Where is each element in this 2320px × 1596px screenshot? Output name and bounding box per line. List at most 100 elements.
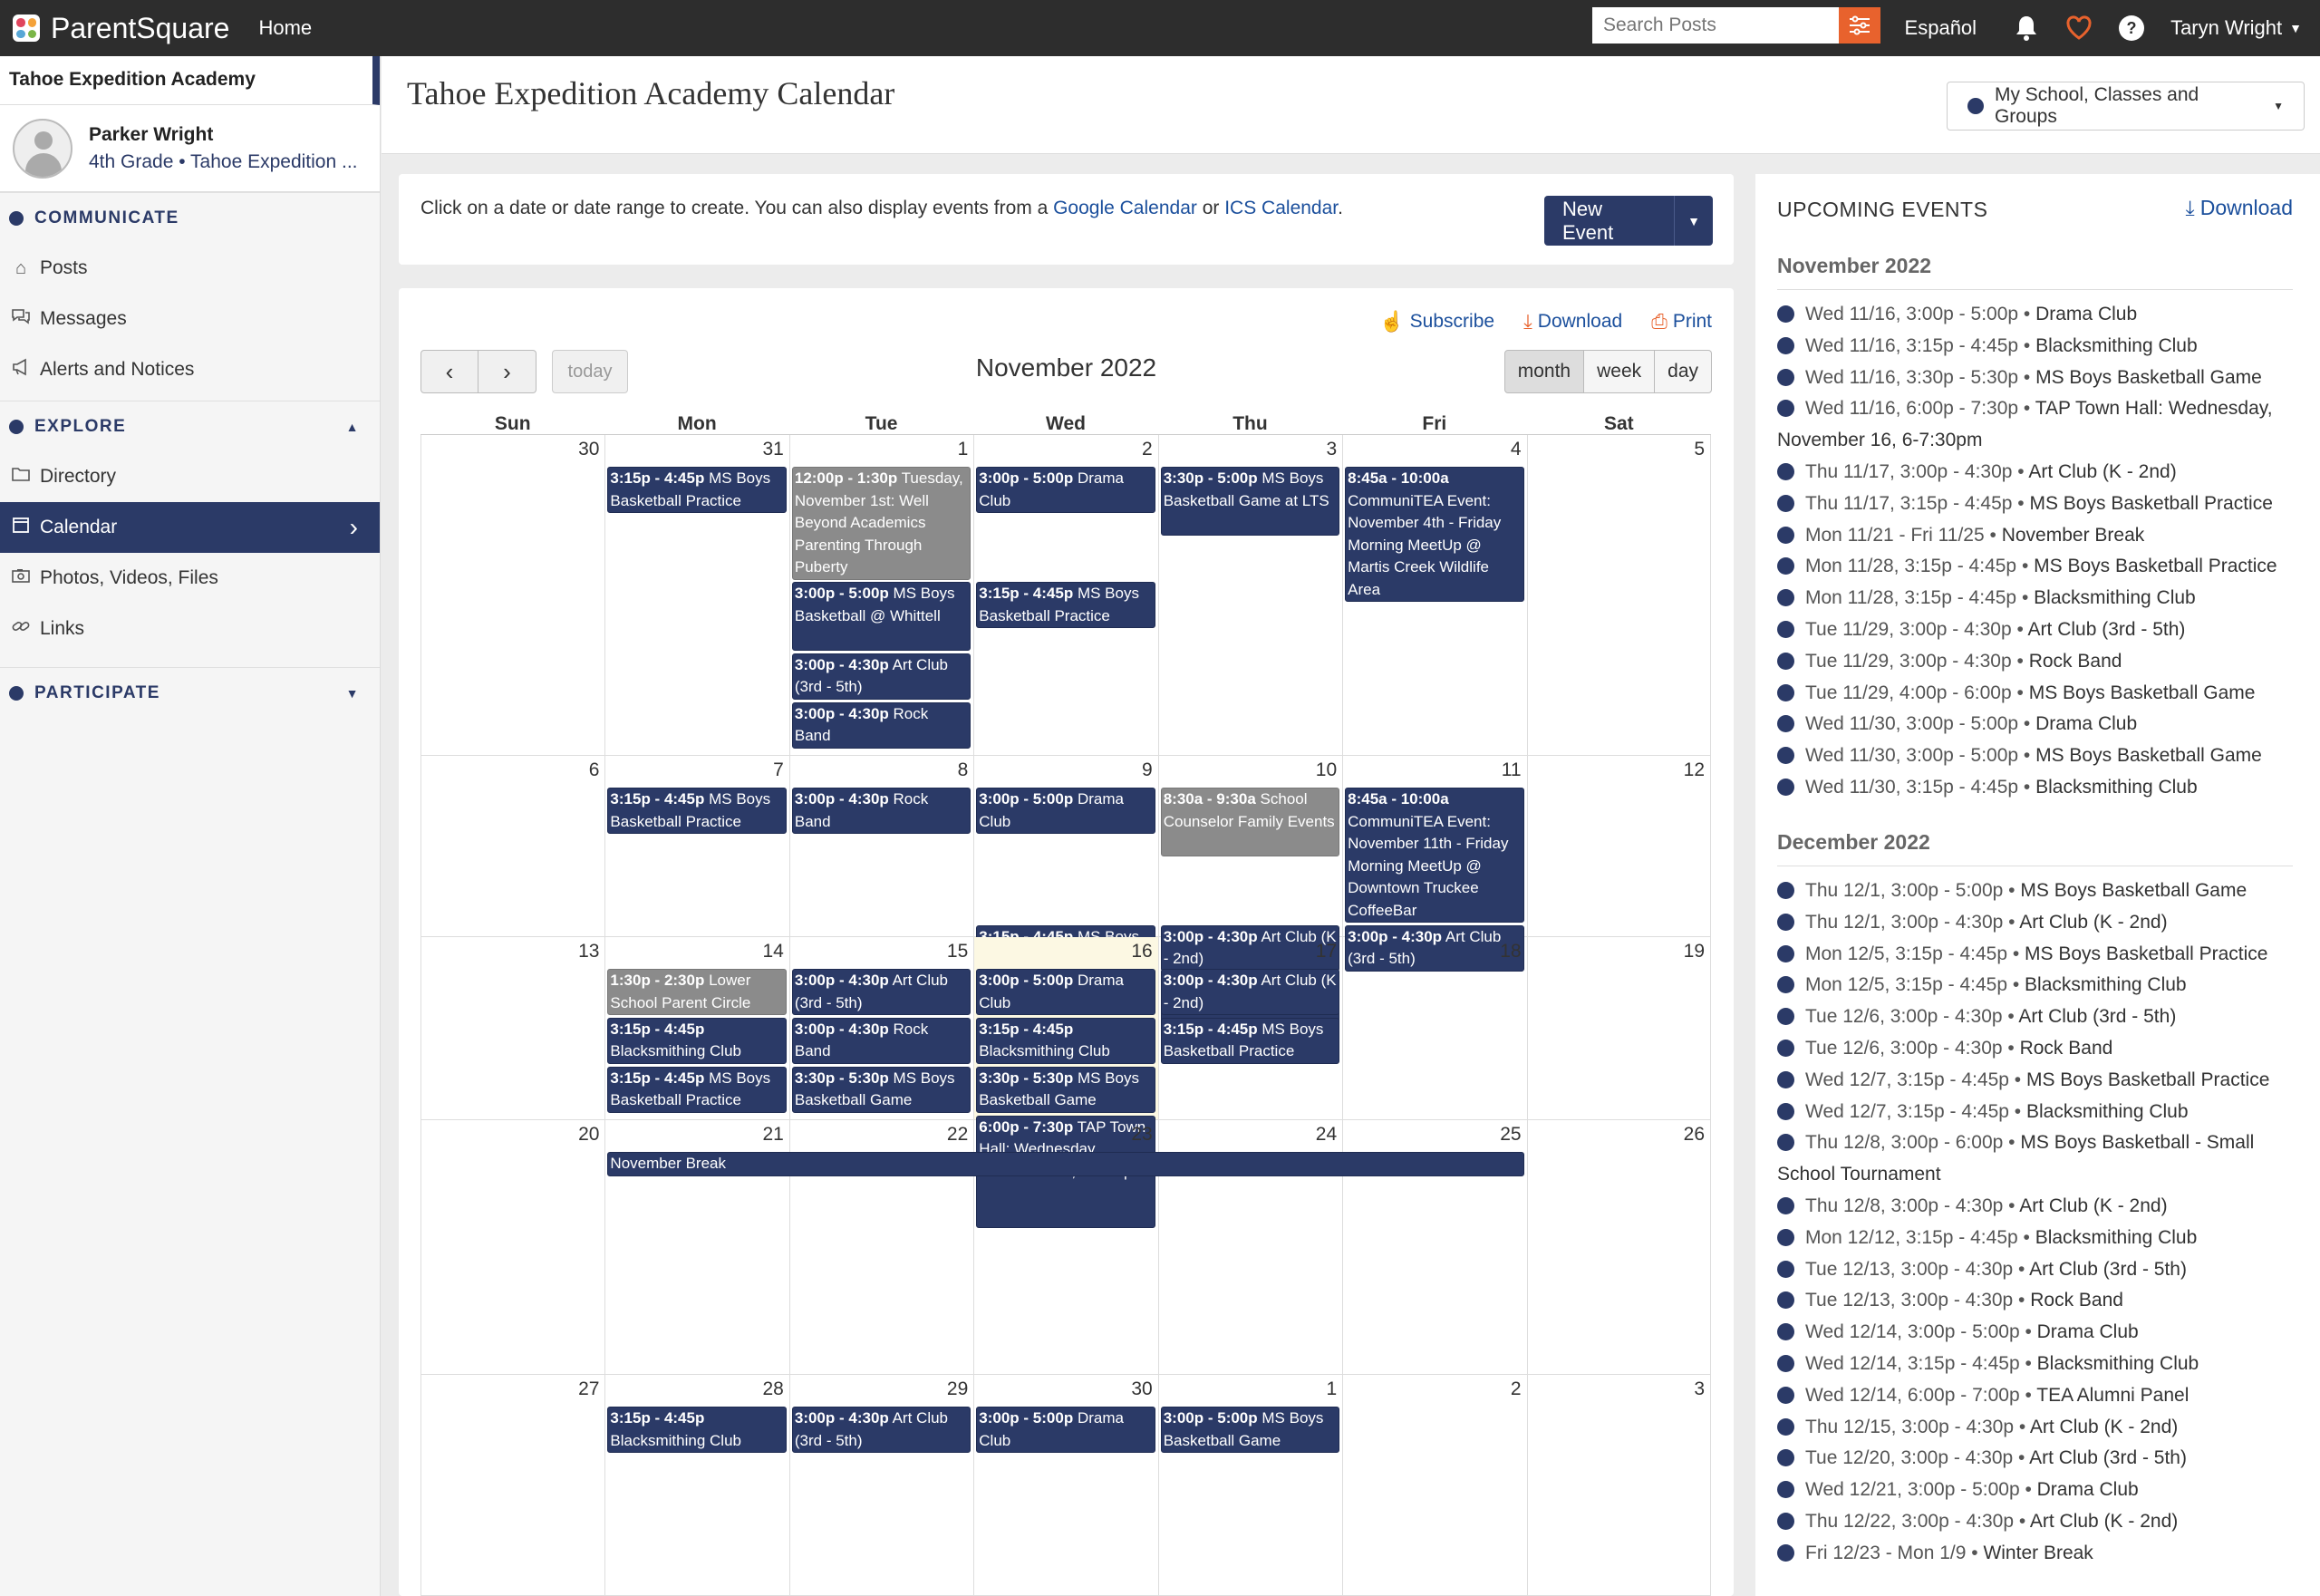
upcoming-event-item[interactable]: Wed 11/16, 3:15p - 4:45p • Blacksmithing… <box>1777 331 2293 363</box>
day-number[interactable]: 27 <box>578 1378 599 1400</box>
calendar-event[interactable]: 8:45a - 10:00a CommuniTEA Event: Novembe… <box>1345 788 1524 923</box>
calendar-event[interactable]: 3:15p - 4:45p MS Boys Basketball Practic… <box>607 467 787 513</box>
calendar-event[interactable]: 3:30p - 5:30p MS Boys Basketball Game <box>976 1066 1155 1113</box>
calendar-event[interactable]: 3:00p - 5:00p MS Boys Basketball Game <box>1160 1407 1340 1453</box>
print-link[interactable]: ⎙ Print <box>1651 310 1712 334</box>
day-cell[interactable]: 18 <box>1342 937 1527 1120</box>
day-cell[interactable]: 19 <box>1526 937 1711 1120</box>
calendar-event[interactable]: 3:30p - 5:00p MS Boys Basketball Game at… <box>1160 467 1340 536</box>
day-cell[interactable]: 30 <box>420 435 605 756</box>
day-cell[interactable]: 12 <box>1526 756 1711 937</box>
day-cell[interactable]: 8 <box>788 756 974 937</box>
upcoming-event-item[interactable]: Thu 12/8, 3:00p - 4:30p • Art Club (K - … <box>1777 1191 2293 1223</box>
heart-icon[interactable] <box>2065 15 2093 42</box>
calendar-event[interactable]: 3:00p - 4:30p Rock Band <box>791 701 972 749</box>
bell-icon[interactable] <box>2013 15 2040 42</box>
search-input[interactable] <box>1592 7 1839 44</box>
calendar-event[interactable]: 3:00p - 4:30p Art Club (K - 2nd) <box>1160 969 1340 1015</box>
calendar-event[interactable]: 1:30p - 2:30p Lower School Parent Circle <box>607 969 787 1015</box>
sidebar-school-name[interactable]: Tahoe Expedition Academy <box>0 56 380 105</box>
day-cell[interactable]: 5 <box>1526 435 1711 756</box>
day-number[interactable]: 26 <box>1684 1124 1705 1146</box>
upcoming-event-item[interactable]: Thu 12/22, 3:00p - 4:30p • Art Club (K -… <box>1777 1506 2293 1538</box>
upcoming-event-item[interactable]: Wed 12/14, 3:00p - 5:00p • Drama Club <box>1777 1317 2293 1349</box>
calendar-event[interactable]: 3:15p - 4:45p MS Boys Basketball Practic… <box>1160 1017 1340 1064</box>
upcoming-event-item[interactable]: Tue 11/29, 3:00p - 4:30p • Art Club (3rd… <box>1777 614 2293 646</box>
calendar-event[interactable]: 3:00p - 5:00p Drama Club <box>976 788 1155 834</box>
caret-down-icon[interactable]: ▼ <box>1675 214 1713 228</box>
upcoming-event-item[interactable]: Tue 11/29, 3:00p - 4:30p • Rock Band <box>1777 646 2293 678</box>
upcoming-event-item[interactable]: Wed 11/16, 3:30p - 5:30p • MS Boys Baske… <box>1777 363 2293 394</box>
calendar-event[interactable]: 3:00p - 5:00p Drama Club <box>976 467 1155 513</box>
calendar-event[interactable]: 3:00p - 4:30p Art Club (3rd - 5th) <box>791 1407 972 1453</box>
upcoming-event-item[interactable]: Mon 12/5, 3:15p - 4:45p • MS Boys Basket… <box>1777 939 2293 971</box>
search-filter-button[interactable] <box>1839 7 1880 44</box>
day-number[interactable]: 22 <box>947 1124 968 1146</box>
upcoming-event-item[interactable]: Thu 12/1, 3:00p - 5:00p • MS Boys Basket… <box>1777 875 2293 907</box>
day-cell[interactable]: 13 <box>420 937 605 1120</box>
day-cell[interactable]: 27 <box>420 1375 605 1596</box>
day-number[interactable]: 30 <box>578 439 599 460</box>
day-number[interactable]: 2 <box>1511 1378 1522 1400</box>
ics-calendar-link[interactable]: ICS Calendar <box>1224 198 1338 218</box>
day-number[interactable]: 3 <box>1694 1378 1705 1400</box>
upcoming-event-item[interactable]: Thu 12/8, 3:00p - 6:00p • MS Boys Basket… <box>1777 1127 2293 1191</box>
day-cell[interactable]: 6 <box>420 756 605 937</box>
view-week-button[interactable]: week <box>1584 350 1656 393</box>
upcoming-event-item[interactable]: Wed 11/16, 3:00p - 5:00p • Drama Club <box>1777 299 2293 331</box>
calendar-event[interactable]: 3:00p - 4:30p Art Club (3rd - 5th) <box>791 653 972 700</box>
upcoming-event-item[interactable]: Tue 12/13, 3:00p - 4:30p • Rock Band <box>1777 1285 2293 1317</box>
calendar-event[interactable]: 8:45a - 10:00a CommuniTEA Event: Novembe… <box>1345 467 1524 602</box>
section-participate[interactable]: PARTICIPATE ▼ <box>0 667 380 718</box>
day-number[interactable]: 2 <box>1142 439 1153 460</box>
day-number[interactable]: 12 <box>1684 759 1705 781</box>
calendar-event[interactable]: 3:15p - 4:45p Blacksmithing Club <box>976 1017 1155 1064</box>
upcoming-event-item[interactable]: Wed 11/30, 3:15p - 4:45p • Blacksmithing… <box>1777 772 2293 804</box>
day-number[interactable]: 10 <box>1316 759 1337 781</box>
google-calendar-link[interactable]: Google Calendar <box>1053 198 1197 218</box>
today-button[interactable]: today <box>552 350 628 393</box>
day-number[interactable]: 15 <box>947 941 968 962</box>
calendar-event[interactable]: 3:00p - 4:30p Rock Band <box>791 788 972 834</box>
brand-logo[interactable]: ParentSquare <box>13 12 229 45</box>
calendar-event[interactable]: 3:15p - 4:45p MS Boys Basketball Practic… <box>607 788 787 834</box>
day-number[interactable]: 4 <box>1511 439 1522 460</box>
day-number[interactable]: 25 <box>1500 1124 1521 1146</box>
upcoming-event-item[interactable]: Wed 12/7, 3:15p - 4:45p • MS Boys Basket… <box>1777 1065 2293 1097</box>
day-number[interactable]: 9 <box>1142 759 1153 781</box>
nav-home-link[interactable]: Home <box>258 16 312 40</box>
upcoming-event-item[interactable]: Wed 11/16, 6:00p - 7:30p • TAP Town Hall… <box>1777 393 2293 457</box>
download-link[interactable]: ⤓ Download <box>1523 310 1622 334</box>
calendar-event[interactable]: 3:00p - 5:00p Drama Club <box>976 969 1155 1015</box>
student-profile[interactable]: Parker Wright 4th Grade • Tahoe Expediti… <box>0 105 380 192</box>
day-number[interactable]: 13 <box>578 941 599 962</box>
day-number[interactable]: 7 <box>773 759 784 781</box>
day-cell[interactable]: 2 <box>1342 1375 1527 1596</box>
day-number[interactable]: 17 <box>1316 941 1337 962</box>
upcoming-event-item[interactable]: Fri 12/23 - Mon 1/9 • Winter Break <box>1777 1538 2293 1570</box>
calendar-event[interactable]: 3:15p - 4:45p Blacksmithing Club <box>607 1017 787 1064</box>
upcoming-event-item[interactable]: Mon 11/21 - Fri 11/25 • November Break <box>1777 520 2293 552</box>
day-number[interactable]: 8 <box>958 759 969 781</box>
sidebar-item-photos[interactable]: Photos, Videos, Files <box>0 553 380 604</box>
day-number[interactable]: 24 <box>1316 1124 1337 1146</box>
new-event-button[interactable]: New Event ▼ <box>1544 196 1713 246</box>
day-number[interactable]: 14 <box>762 941 783 962</box>
sidebar-item-calendar[interactable]: Calendar › <box>0 502 380 553</box>
calendar-event[interactable]: 3:00p - 5:00p MS Boys Basketball @ Whitt… <box>791 582 972 651</box>
day-number[interactable]: 28 <box>762 1378 783 1400</box>
upcoming-event-item[interactable]: Mon 12/12, 3:15p - 4:45p • Blacksmithing… <box>1777 1223 2293 1254</box>
upcoming-download-link[interactable]: ⤓ Download <box>2186 196 2293 220</box>
upcoming-event-item[interactable]: Mon 11/28, 3:15p - 4:45p • MS Boys Baske… <box>1777 551 2293 583</box>
day-number[interactable]: 1 <box>958 439 969 460</box>
prev-month-button[interactable]: ‹ <box>420 350 478 393</box>
day-number[interactable]: 29 <box>947 1378 968 1400</box>
sidebar-item-links[interactable]: Links <box>0 604 380 654</box>
day-number[interactable]: 18 <box>1500 941 1521 962</box>
upcoming-event-item[interactable]: Tue 11/29, 4:00p - 6:00p • MS Boys Baske… <box>1777 678 2293 710</box>
sidebar-item-messages[interactable]: Messages <box>0 294 380 344</box>
calendar-scope-dropdown[interactable]: My School, Classes and Groups ▼ <box>1947 82 2305 131</box>
calendar-event[interactable]: 3:00p - 5:00p Drama Club <box>976 1407 1155 1453</box>
sidebar-item-alerts[interactable]: Alerts and Notices <box>0 344 380 395</box>
day-number[interactable]: 11 <box>1502 759 1522 781</box>
